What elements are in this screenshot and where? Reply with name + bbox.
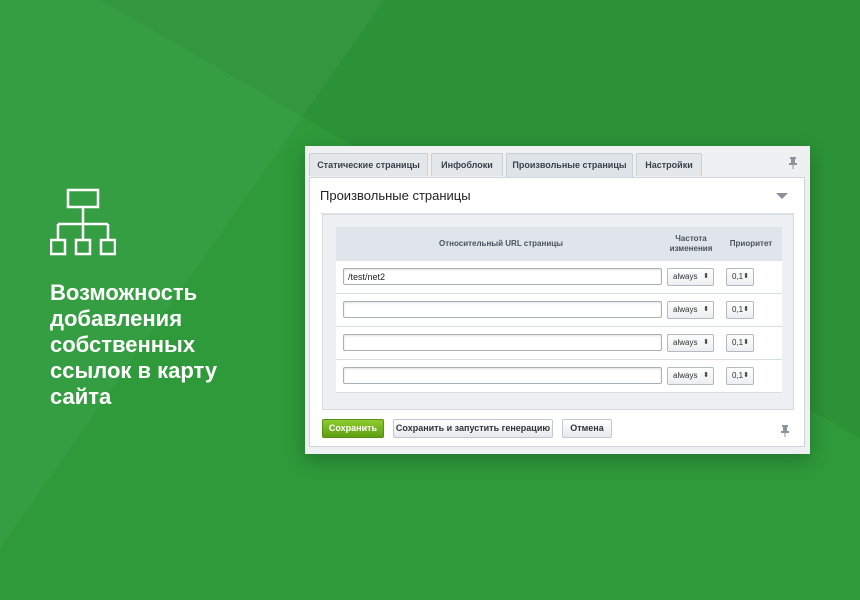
promo-line: добавления	[50, 306, 183, 331]
promo-headline: Возможность добавления собственных ссыло…	[50, 280, 270, 410]
select-arrows-icon: ⬍	[703, 306, 709, 313]
priority-value: 0,1	[732, 305, 744, 314]
custom-pages-table: Относительный URL страницы Частота измен…	[322, 214, 794, 410]
priority-value: 0,1	[732, 371, 744, 380]
frequency-value: always	[673, 338, 698, 347]
custom-pages-section: Произвольные страницы Относительный URL …	[309, 177, 805, 447]
column-header-frequency-line1: Частота	[675, 234, 707, 243]
column-header-priority: Приоритет	[729, 239, 773, 248]
frequency-select[interactable]: always ⬍	[667, 301, 714, 319]
column-header-frequency-line2: изменения	[669, 244, 713, 253]
column-header-frequency: Частота изменения	[661, 234, 721, 254]
table-rows: always⬍ 0,1⬍ always⬍ 0,1⬍ always⬍ 0,1⬍ a…	[336, 261, 782, 393]
frequency-select[interactable]: always ⬍	[667, 268, 714, 286]
promo-line: Возможность	[50, 280, 198, 305]
priority-value: 0,1	[732, 272, 744, 281]
url-input[interactable]	[343, 367, 662, 384]
tab-infoblocks[interactable]: Инфоблоки	[431, 153, 503, 176]
priority-select[interactable]: 0,1 ⬍	[726, 334, 754, 352]
tab-settings[interactable]: Настройки	[636, 153, 702, 176]
select-arrows-icon: ⬍	[703, 273, 709, 280]
frequency-value: always	[673, 272, 698, 281]
pin-icon[interactable]	[788, 157, 798, 169]
table-row: always⬍ 0,1⬍	[336, 294, 782, 327]
promo-line: ссылок в карту	[50, 358, 218, 383]
tab-custom-pages[interactable]: Произвольные страницы	[506, 153, 633, 177]
cancel-button[interactable]: Отмена	[562, 419, 612, 438]
save-and-generate-button[interactable]: Сохранить и запустить генерацию	[393, 419, 553, 438]
priority-value: 0,1	[732, 338, 744, 347]
column-header-url: Относительный URL страницы	[438, 239, 563, 248]
table-row: always⬍ 0,1⬍	[336, 261, 782, 294]
table-header: Относительный URL страницы Частота измен…	[336, 227, 782, 262]
frequency-value: always	[673, 305, 698, 314]
promo-line: сайта	[50, 384, 112, 409]
pin-icon[interactable]	[780, 425, 790, 437]
promo-line: собственных	[50, 332, 196, 357]
frequency-value: always	[673, 371, 698, 380]
url-input[interactable]	[343, 301, 662, 318]
settings-panel: Статические страницы Инфоблоки Произволь…	[305, 146, 810, 454]
select-arrows-icon: ⬍	[743, 372, 749, 379]
select-arrows-icon: ⬍	[743, 339, 749, 346]
section-title: Произвольные страницы	[320, 188, 471, 203]
table-row: always⬍ 0,1⬍	[336, 327, 782, 360]
collapse-arrow-icon[interactable]	[776, 193, 788, 199]
select-arrows-icon: ⬍	[743, 273, 749, 280]
frequency-select[interactable]: always ⬍	[667, 367, 714, 385]
priority-select[interactable]: 0,1 ⬍	[726, 268, 754, 286]
frequency-select[interactable]: always ⬍	[667, 334, 714, 352]
url-input[interactable]	[343, 334, 662, 351]
select-arrows-icon: ⬍	[743, 306, 749, 313]
select-arrows-icon: ⬍	[703, 339, 709, 346]
select-arrows-icon: ⬍	[703, 372, 709, 379]
url-input[interactable]	[343, 268, 662, 285]
priority-select[interactable]: 0,1 ⬍	[726, 367, 754, 385]
table-row: always⬍ 0,1⬍	[336, 360, 782, 393]
save-button[interactable]: Сохранить	[322, 419, 384, 438]
tab-static-pages[interactable]: Статические страницы	[309, 153, 428, 176]
sitemap-icon	[50, 188, 116, 256]
priority-select[interactable]: 0,1 ⬍	[726, 301, 754, 319]
